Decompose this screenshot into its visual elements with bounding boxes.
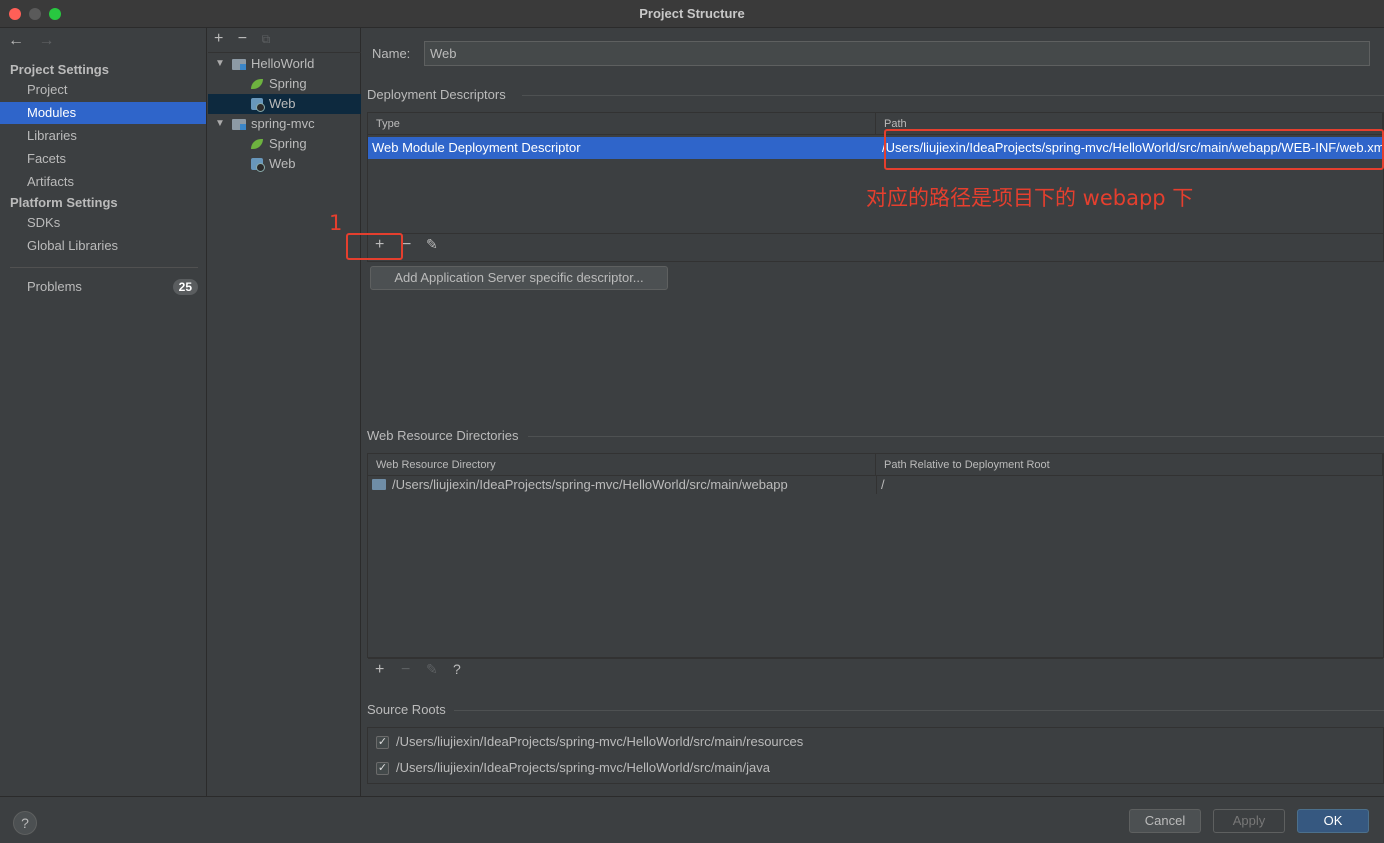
table-row[interactable]: /Users/liujiexin/IdeaProjects/spring-mvc… <box>368 476 1383 494</box>
edit-pencil-icon[interactable]: ✎ <box>426 236 438 253</box>
web-resource-dir-cell: /Users/liujiexin/IdeaProjects/spring-mvc… <box>392 477 788 492</box>
back-arrow-icon[interactable]: ← <box>8 32 24 49</box>
deployment-descriptors-title: Deployment Descriptors <box>367 87 506 102</box>
source-roots-title: Source Roots <box>367 702 446 717</box>
source-root-checkbox[interactable]: ✓ <box>376 762 389 775</box>
source-root-path: /Users/liujiexin/IdeaProjects/spring-mvc… <box>396 734 804 749</box>
sidebar-item-problems[interactable]: Problems 25 <box>0 276 206 298</box>
tree-node-spring[interactable]: Spring <box>208 74 361 94</box>
add-button-highlight-box <box>346 233 403 260</box>
copy-module-icon[interactable]: ⧉ <box>262 32 271 46</box>
sidebar-item-sdks[interactable]: SDKs <box>0 212 206 234</box>
source-root-path: /Users/liujiexin/IdeaProjects/spring-mvc… <box>396 760 770 775</box>
source-root-checkbox[interactable]: ✓ <box>376 736 389 749</box>
group-divider <box>454 710 1384 711</box>
tree-node-spring-mvc[interactable]: ▼ spring-mvc <box>208 114 361 134</box>
web-resource-toolbar: + − ✎ ? <box>368 658 1383 682</box>
sidebar-divider <box>10 267 198 268</box>
remove-icon[interactable]: − <box>401 661 410 679</box>
tree-separator <box>208 52 361 53</box>
remove-module-icon[interactable]: − <box>238 30 247 47</box>
tree-node-web[interactable]: Web <box>208 154 361 174</box>
add-icon[interactable]: + <box>375 661 384 679</box>
relative-path-cell: / <box>876 476 1383 494</box>
web-resource-table: Web Resource Directory Path Relative to … <box>367 453 1384 658</box>
cancel-button[interactable]: Cancel <box>1129 809 1201 833</box>
chevron-down-icon[interactable]: ▼ <box>215 54 225 74</box>
spring-leaf-icon <box>251 139 263 149</box>
window-title: Project Structure <box>639 6 745 21</box>
tree-node-label: Spring <box>269 76 307 91</box>
tree-node-label: spring-mvc <box>251 116 315 131</box>
sidebar-item-global-libraries[interactable]: Global Libraries <box>0 235 206 257</box>
deployment-toolbar: + − ✎ <box>368 233 1383 257</box>
source-roots-list: ✓ /Users/liujiexin/IdeaProjects/spring-m… <box>367 727 1384 784</box>
column-header-relative-path[interactable]: Path Relative to Deployment Root <box>876 454 1383 476</box>
sidebar-item-libraries[interactable]: Libraries <box>0 125 206 147</box>
path-annotation-note: 对应的路径是项目下的 webapp 下 <box>866 186 1194 210</box>
module-folder-icon <box>232 59 246 70</box>
tree-node-label: Spring <box>269 136 307 151</box>
web-facet-icon <box>251 98 265 112</box>
group-divider <box>522 95 1384 96</box>
tree-node-spring[interactable]: Spring <box>208 134 361 154</box>
forward-arrow-icon[interactable]: → <box>38 32 54 49</box>
spring-leaf-icon <box>251 79 263 89</box>
sidebar-item-artifacts[interactable]: Artifacts <box>0 171 206 193</box>
tree-toolbar: + − ⧉ <box>214 30 280 50</box>
problems-label: Problems <box>27 279 82 294</box>
ok-button[interactable]: OK <box>1297 809 1369 833</box>
help-button[interactable]: ? <box>13 811 37 835</box>
tree-node-web[interactable]: Web <box>208 94 361 114</box>
project-settings-heading: Project Settings <box>10 62 109 77</box>
apply-button[interactable]: Apply <box>1213 809 1285 833</box>
group-divider <box>528 436 1384 437</box>
descriptor-type-cell: Web Module Deployment Descriptor <box>372 140 581 155</box>
chevron-down-icon[interactable]: ▼ <box>215 114 225 134</box>
tree-node-label: Web <box>269 156 296 171</box>
module-tree-panel: + − ⧉ ▼ HelloWorld Spring Web ▼ spring-m… <box>208 28 361 796</box>
column-header-type[interactable]: Type <box>368 113 876 135</box>
column-header-web-resource-directory[interactable]: Web Resource Directory <box>368 454 876 476</box>
web-folder-icon <box>372 479 386 490</box>
help-icon[interactable]: ? <box>453 661 461 677</box>
web-facet-icon <box>251 158 265 172</box>
tree-node-label: HelloWorld <box>251 56 315 71</box>
settings-sidebar: ← → Project Settings Project Modules Lib… <box>0 28 207 796</box>
facet-name-input[interactable] <box>424 41 1370 66</box>
web-resource-directories-title: Web Resource Directories <box>367 428 519 443</box>
path-highlight-box <box>884 129 1384 170</box>
edit-pencil-icon[interactable]: ✎ <box>426 661 438 678</box>
nav-arrows: ← → <box>8 32 64 50</box>
sidebar-item-facets[interactable]: Facets <box>0 148 206 170</box>
dialog-footer: ? Cancel Apply OK <box>0 796 1384 843</box>
add-module-icon[interactable]: + <box>214 30 223 47</box>
problems-count-badge: 25 <box>172 279 198 295</box>
name-label: Name: <box>372 46 411 61</box>
title-bar: Project Structure <box>0 0 1384 28</box>
platform-settings-heading: Platform Settings <box>10 195 118 210</box>
add-server-descriptor-button[interactable]: Add Application Server specific descript… <box>370 266 668 290</box>
tree-node-label: Web <box>269 96 296 111</box>
tree-node-helloworld[interactable]: ▼ HelloWorld <box>208 54 361 74</box>
module-folder-icon <box>232 119 246 130</box>
sidebar-item-modules[interactable]: Modules <box>0 102 206 124</box>
remove-icon[interactable]: − <box>402 236 411 254</box>
sidebar-item-project[interactable]: Project <box>0 79 206 101</box>
step-number-annotation: 1 <box>329 211 343 235</box>
